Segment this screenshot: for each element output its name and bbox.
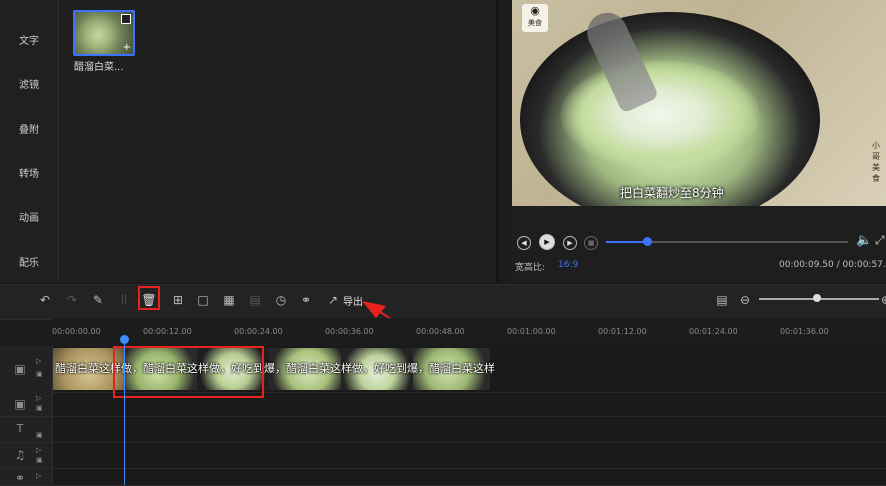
video-track-icon: ▣ — [14, 397, 26, 411]
ruler-label: 00:01:00.00 — [507, 327, 556, 336]
microphone-icon: ⚭ — [14, 471, 26, 485]
ruler-label: 00:01:24.00 — [689, 327, 738, 336]
track-header: ♫ ▷ ▣ — [0, 443, 53, 468]
music-track: ♫ ▷ ▣ — [0, 443, 886, 469]
stop-button[interactable]: ■ — [584, 236, 598, 250]
track-header: ▣ ▷ ▣ — [0, 346, 53, 392]
clip-highlight-box — [113, 346, 264, 398]
preview-subtitle: 把白菜翻炒至8分钟 — [620, 186, 724, 200]
video-track-icon: ▣ — [14, 362, 26, 376]
ruler-label: 00:00:00.00 — [52, 327, 101, 336]
aspect-ratio-label: 宽高比: — [515, 263, 546, 273]
add-plus-icon[interactable]: + — [123, 43, 131, 53]
zoom-out-icon[interactable]: ⊖ — [737, 292, 753, 308]
track-lock-icon[interactable]: ▣ — [36, 431, 46, 439]
chef-logo: ◉ 美食 — [522, 4, 548, 32]
chef-hat-icon: ◉ — [530, 4, 540, 17]
sidebar-item-text[interactable]: 文字 — [0, 32, 58, 47]
volume-icon[interactable]: 🔈 — [856, 233, 872, 248]
aspect-ratio-value[interactable]: 16:9 — [558, 260, 578, 270]
track-mute-icon[interactable]: ▷ — [36, 472, 46, 480]
ruler-label: 00:00:24.00 — [234, 327, 283, 336]
track-header: ⚭ ▷ — [0, 469, 53, 485]
record-voice-icon[interactable]: ⚭ — [298, 292, 314, 308]
edit-icon[interactable]: ✎ — [90, 292, 106, 308]
music-note-icon: ♫ — [14, 448, 26, 462]
track-lock-icon[interactable]: ▣ — [36, 456, 46, 464]
sidebar-item-animation[interactable]: 动画 — [0, 209, 58, 224]
play-button[interactable]: ▶ — [539, 234, 555, 250]
undo-icon[interactable]: ↶ — [37, 292, 53, 308]
ruler-label: 00:00:48.00 — [416, 327, 465, 336]
watermark-vertical-text: 小哥美食 — [872, 141, 880, 183]
playback-time: 00:00:09.50 / 00:00:57.7 — [779, 260, 886, 270]
playhead-handle[interactable] — [120, 335, 129, 344]
voice-track: ⚭ ▷ — [0, 469, 886, 486]
previous-frame-button[interactable]: ◀ — [517, 236, 531, 250]
fullscreen-icon[interactable]: ⤢ — [875, 233, 885, 248]
fit-timeline-icon[interactable]: ▤ — [714, 292, 730, 308]
text-track: T ▣ — [0, 417, 886, 443]
ruler-label: 00:01:12.00 — [598, 327, 647, 336]
sidebar-item-filters[interactable]: 滤镜 — [0, 76, 58, 91]
freeze-frame-icon[interactable]: ▤ — [247, 292, 263, 308]
media-clip-thumbnail[interactable]: + — [73, 10, 135, 56]
text-track-icon: T — [16, 422, 24, 435]
track-header: ▣ ▷ ▣ — [0, 392, 53, 416]
redo-icon[interactable]: ↷ — [64, 292, 80, 308]
track-mute-icon[interactable]: ▷ — [36, 394, 46, 402]
track-mute-icon[interactable]: ▷ — [36, 357, 46, 365]
ruler-label: 00:00:36.00 — [325, 327, 374, 336]
mosaic-icon[interactable]: ▦ — [221, 292, 237, 308]
zoom-in-icon[interactable]: ⊕ — [878, 292, 886, 308]
ruler-label: 00:00:12.00 — [143, 327, 192, 336]
sidebar-item-music[interactable]: 配乐 — [0, 254, 58, 269]
playhead-line[interactable] — [124, 337, 125, 485]
sidebar-item-overlay[interactable]: 叠附 — [0, 121, 58, 136]
track-lock-icon[interactable]: ▣ — [36, 404, 46, 412]
playback-progress-fill — [606, 241, 648, 243]
track-mute-icon[interactable]: ▷ — [36, 446, 46, 454]
sidebar-item-transitions[interactable]: 转场 — [0, 165, 58, 180]
next-frame-button[interactable]: ▶ — [563, 236, 577, 250]
media-clip-label: 醋溜白菜... — [74, 62, 124, 73]
crop-icon[interactable]: ⊞ — [170, 292, 186, 308]
sidebar: 文字 滤镜 叠附 转场 动画 配乐 — [0, 0, 59, 282]
ruler-label: 00:01:36.00 — [780, 327, 829, 336]
delete-highlight-box — [138, 286, 160, 310]
export-icon[interactable]: ↗ — [325, 292, 341, 308]
track-lock-icon[interactable]: ▣ — [36, 370, 46, 378]
preview-vegetables-image — [560, 60, 760, 170]
duration-clock-icon[interactable]: ◷ — [273, 292, 289, 308]
track-header: T ▣ — [0, 417, 53, 442]
select-checkbox-icon[interactable] — [121, 14, 131, 24]
split-icon[interactable]: || — [116, 292, 132, 308]
zoom-slider-handle[interactable] — [812, 294, 821, 302]
logo-text: 美食 — [528, 19, 542, 27]
resize-icon[interactable]: □ — [195, 292, 211, 308]
